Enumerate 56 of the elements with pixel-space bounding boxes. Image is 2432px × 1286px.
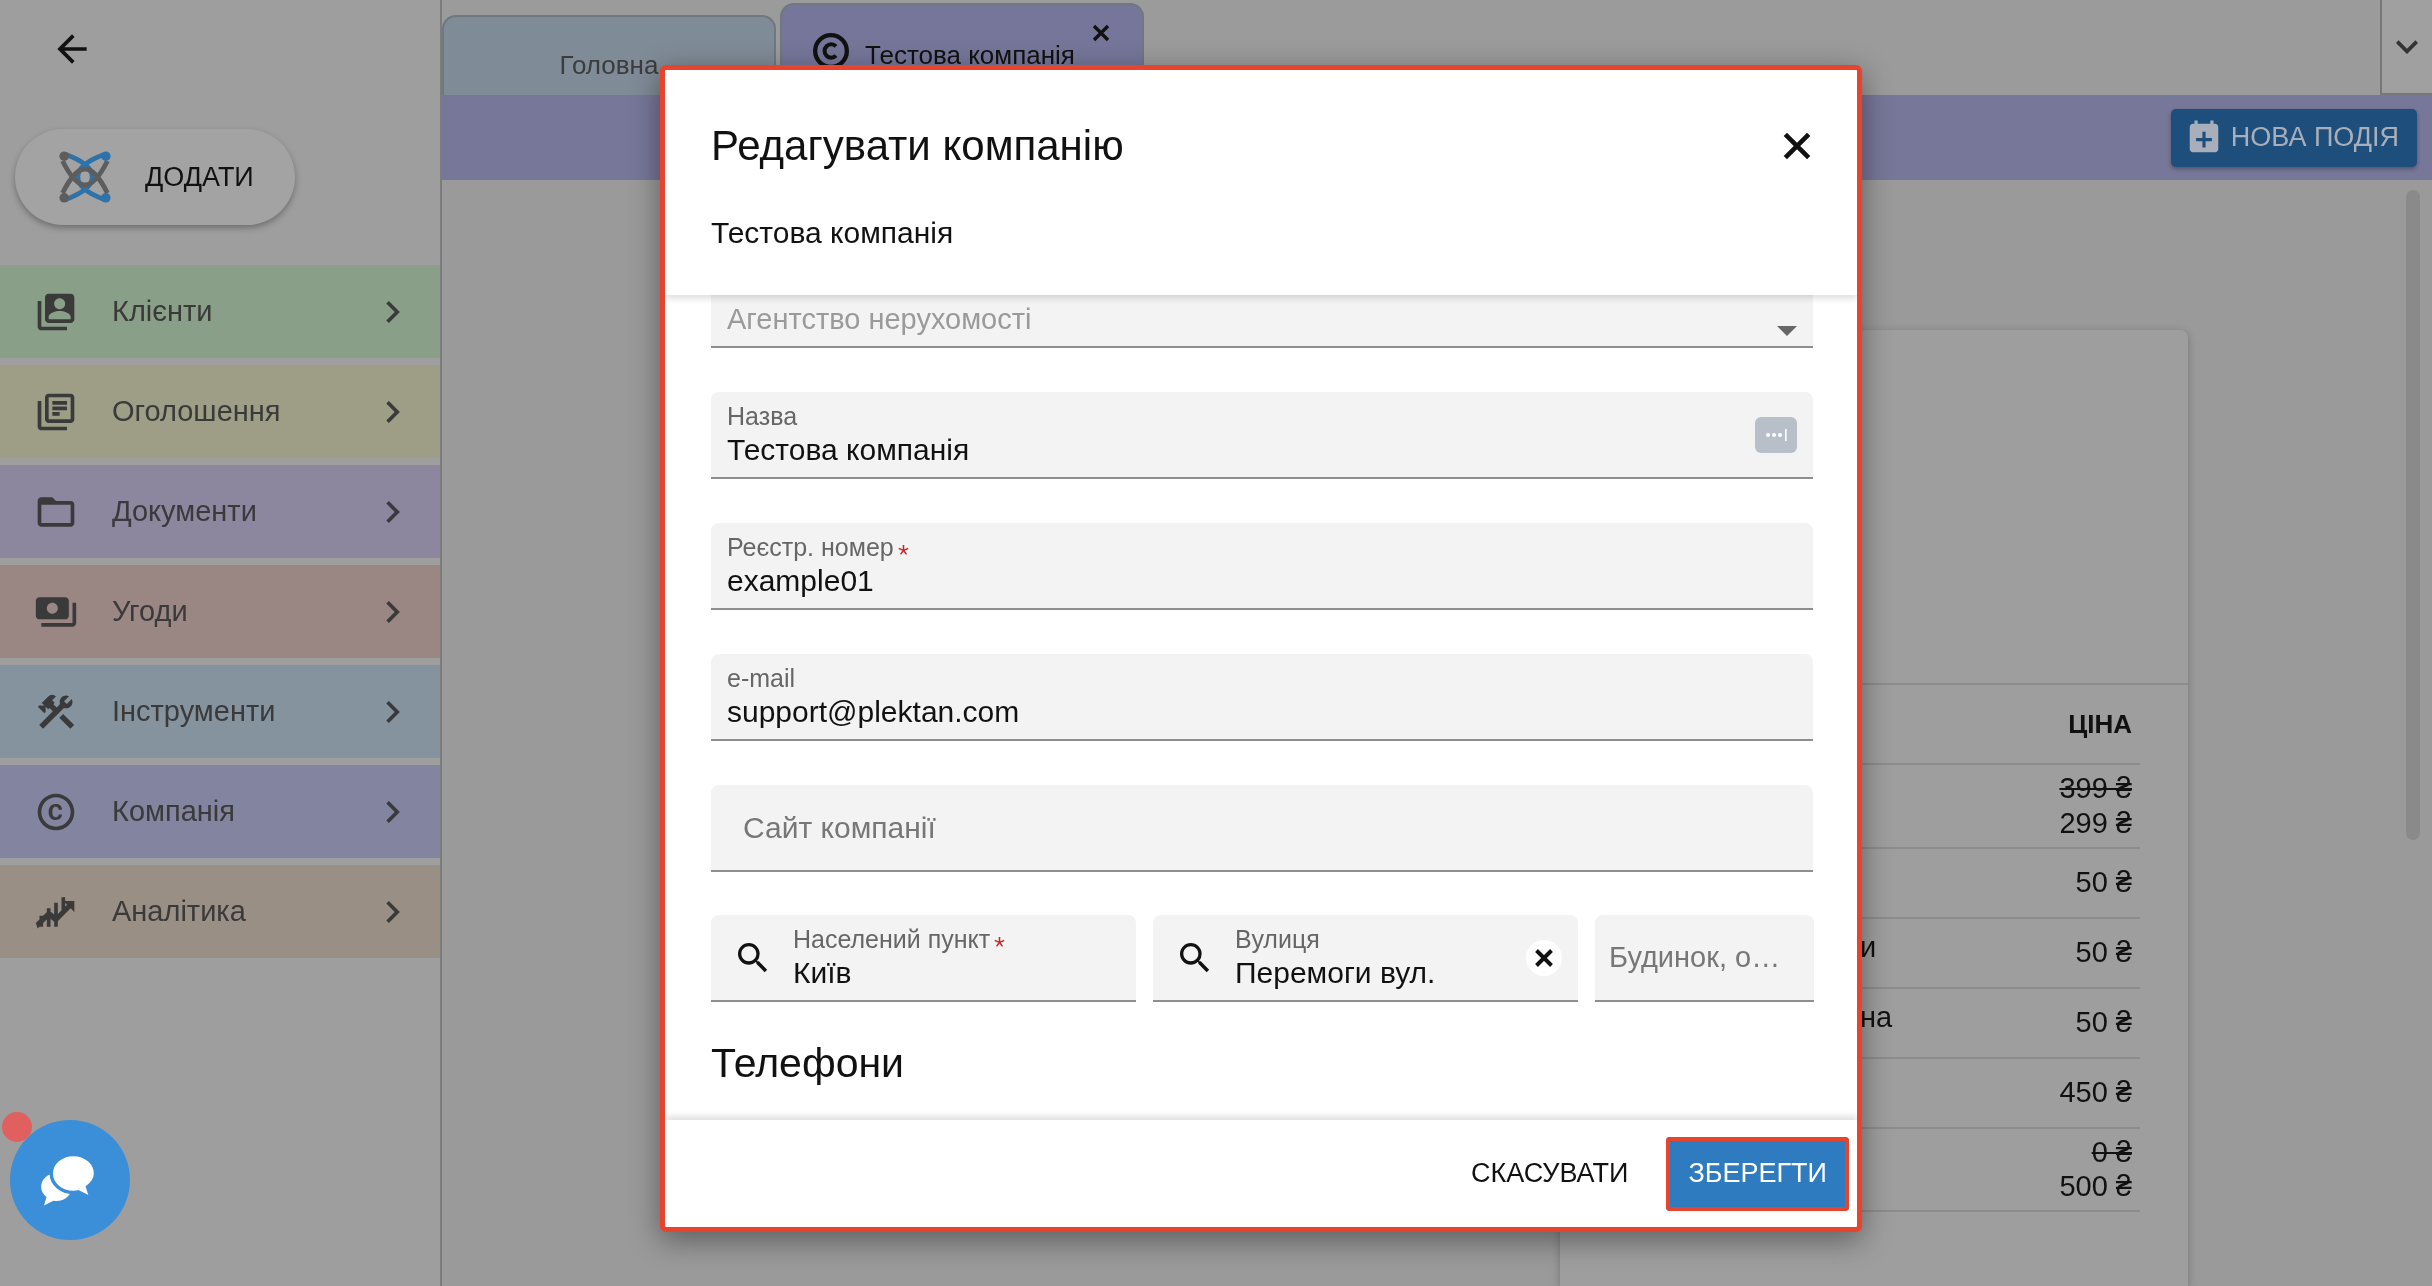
- input-field[interactable]: e-mail support@plektan.com: [711, 654, 1813, 741]
- price: 500 ₴: [2059, 1169, 2132, 1205]
- sidebar-item[interactable]: Аналітика: [0, 865, 440, 958]
- dialog-title: Редагувати компанію: [711, 122, 1124, 170]
- chevron-right-icon: [386, 600, 400, 623]
- address-field[interactable]: Будинок, о…: [1595, 915, 1814, 1002]
- price: 450 ₴: [2059, 1075, 2132, 1110]
- table-cell-text: на: [1860, 999, 1893, 1034]
- caret-icon: [1777, 326, 1797, 336]
- old-price: 399 ₴: [2059, 771, 2132, 806]
- field-value: Перемоги вул.: [1235, 956, 1437, 990]
- house-input[interactable]: Будинок, о…: [1595, 941, 1814, 974]
- field-label: e-mail: [727, 664, 796, 693]
- field-label: Населений пункт: [793, 925, 991, 954]
- sidebar-item[interactable]: Оголошення: [0, 365, 440, 458]
- chevron-right-icon: [386, 700, 400, 723]
- chevron-right-icon: [386, 500, 400, 523]
- input-field[interactable]: Реєстр. номер example01: [711, 523, 1813, 610]
- cancel-button[interactable]: СКАСУВАТИ: [1449, 1136, 1651, 1211]
- price: 50 ₴: [2075, 865, 2132, 900]
- input-field[interactable]: Назва Тестова компанія: [711, 392, 1813, 479]
- chevron-right-icon: [386, 400, 400, 423]
- new-event-button[interactable]: НОВА ПОДІЯ: [2170, 108, 2417, 167]
- sidebar-item[interactable]: Компанія: [0, 765, 440, 858]
- chevron-right-icon: [386, 900, 400, 923]
- old-price: 0 ₴: [2091, 1134, 2132, 1170]
- price: 50 ₴: [2075, 935, 2132, 970]
- sidebar-item[interactable]: Інструменти: [0, 665, 440, 758]
- chevron-right-icon: [386, 300, 400, 323]
- address-field[interactable]: Населений пункт Київ: [711, 915, 1136, 1002]
- field-label: Вулиця: [1235, 925, 1320, 954]
- address-field[interactable]: Вулиця Перемоги вул.: [1153, 915, 1578, 1002]
- price: 50 ₴: [2075, 1005, 2132, 1040]
- field-label: Реєстр. номер: [727, 533, 894, 562]
- section-heading: Телефони: [711, 1040, 905, 1087]
- field-value: Тестова компанія: [727, 433, 971, 467]
- clear-icon[interactable]: [1526, 939, 1562, 976]
- save-button[interactable]: ЗБЕРЕГТИ: [1666, 1136, 1849, 1211]
- sidebar-item[interactable]: Клієнти: [0, 265, 440, 358]
- field-value: example01: [727, 564, 875, 598]
- price: 299 ₴: [2059, 805, 2132, 841]
- sidebar-item[interactable]: Угоди: [0, 565, 440, 658]
- field-value: support@plektan.com: [727, 695, 1021, 729]
- column-header: ЦІНА: [2068, 708, 2133, 740]
- table-cell-text: и: [1860, 929, 1877, 964]
- field-value: Київ: [793, 956, 853, 990]
- required-icon: [994, 937, 1006, 948]
- field-label: Назва: [727, 402, 798, 431]
- chevron-right-icon: [386, 800, 400, 823]
- chevron-down-icon: [2396, 39, 2418, 54]
- website-input[interactable]: Сайт компанії: [727, 810, 1797, 845]
- sidebar-item[interactable]: Документи: [0, 465, 440, 558]
- required-icon: [897, 545, 909, 556]
- input-field[interactable]: Сайт компанії: [711, 785, 1813, 872]
- add-button[interactable]: ДОДАТИ: [15, 129, 295, 225]
- dialog-subtitle: Тестова компанія: [711, 216, 955, 250]
